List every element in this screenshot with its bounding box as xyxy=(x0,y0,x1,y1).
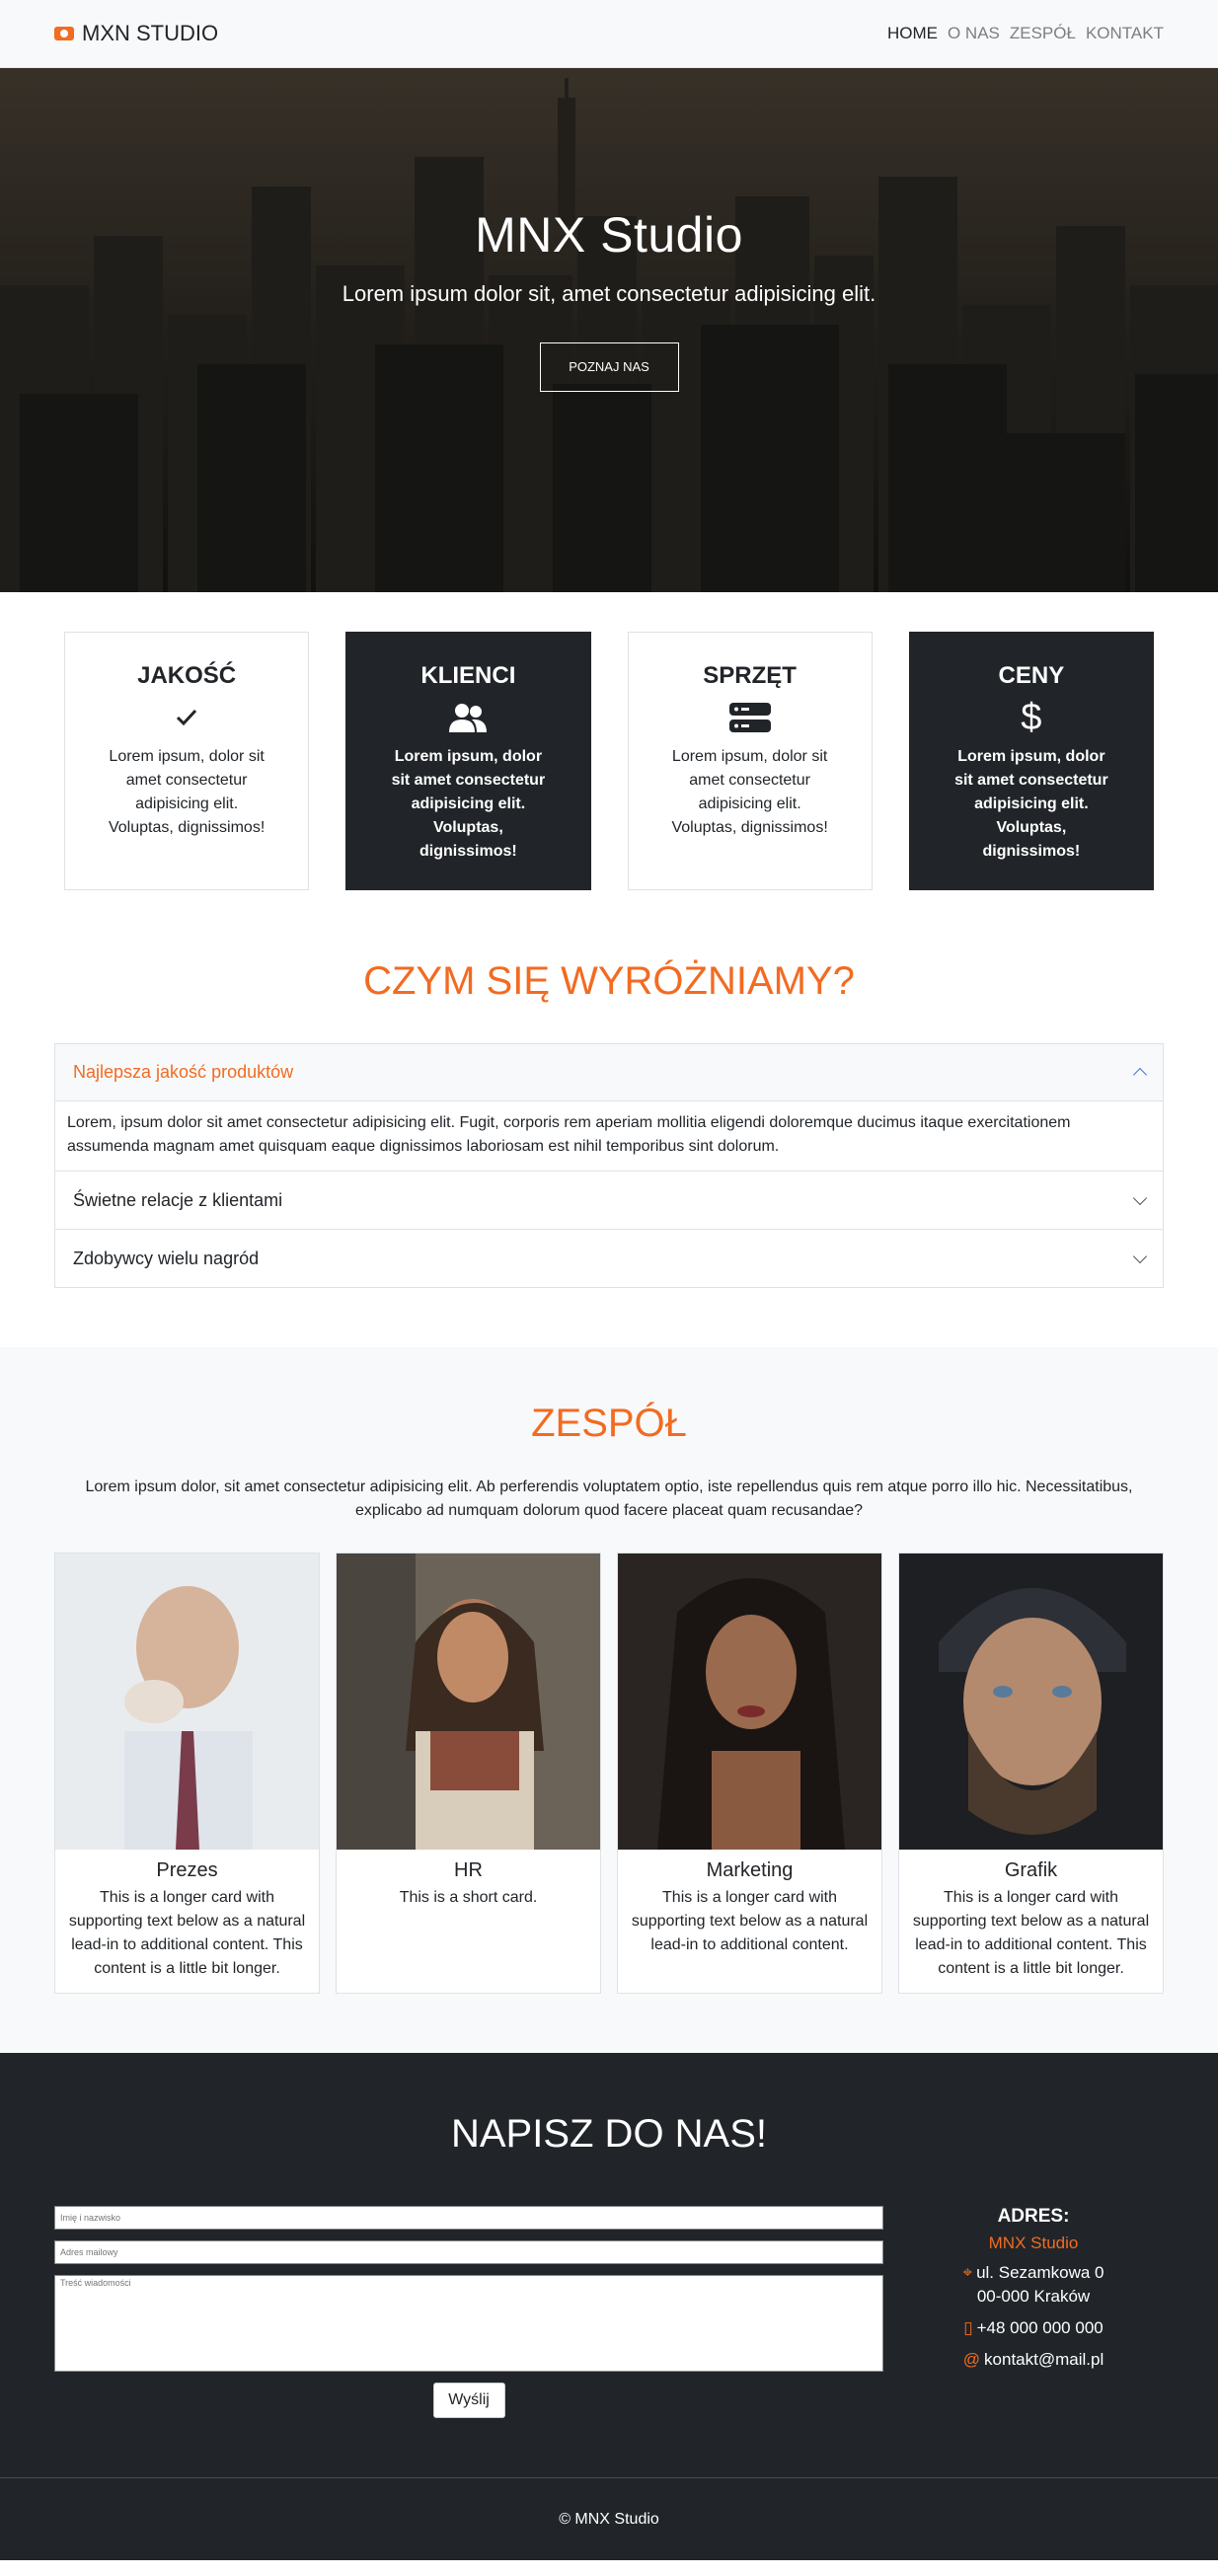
brand-name: MXN STUDIO xyxy=(82,21,219,45)
address-title: ADRES: xyxy=(997,2206,1070,2227)
accordion-body: Lorem, ipsum dolor sit amet consectetur … xyxy=(67,1114,1071,1155)
team-photo xyxy=(618,1553,881,1850)
team-cards: Prezes This is a longer card with suppor… xyxy=(54,1553,1164,1994)
nav-links: HOME O NAS ZESPÓŁ KONTAKT xyxy=(887,24,1164,43)
accordion-header-quality[interactable]: Najlepsza jakość produktów xyxy=(55,1044,1163,1101)
team-intro: Lorem ipsum dolor, sit amet consectetur … xyxy=(85,1478,1133,1519)
name-field[interactable] xyxy=(54,2206,883,2230)
email-field[interactable] xyxy=(54,2240,883,2264)
hero-subtitle: Lorem ipsum dolor sit, amet consectetur … xyxy=(342,281,876,306)
chevron-down-icon xyxy=(1132,1249,1148,1263)
feature-card-klienci: KLIENCI Lorem ipsum, dolor sit amet cons… xyxy=(345,632,591,890)
nav-team[interactable]: ZESPÓŁ xyxy=(1010,24,1076,43)
feature-card-sprzet: SPRZĘT Lorem ipsum, dolor sit amet conse… xyxy=(627,632,873,890)
team-photo xyxy=(55,1553,319,1850)
team-card: Grafik This is a longer card with suppor… xyxy=(898,1553,1164,1994)
message-field[interactable] xyxy=(54,2275,883,2372)
address-block: ADRES: MNX Studio ⌖ ul. Sezamkowa 0 00-00… xyxy=(883,2206,1164,2418)
nav-home[interactable]: HOME xyxy=(887,24,938,43)
chevron-up-icon xyxy=(1132,1067,1148,1083)
email-line: @ kontakt@mail.pl xyxy=(903,2348,1164,2372)
feature-text: Lorem ipsum, dolor sit amet consectetur … xyxy=(108,748,266,836)
feature-title: KLIENCI xyxy=(420,662,516,689)
street: ul. Sezamkowa 0 xyxy=(976,2263,1104,2282)
team-photo xyxy=(899,1553,1163,1850)
team-card: Marketing This is a longer card with sup… xyxy=(617,1553,882,1994)
team-text: This is a short card. xyxy=(399,1889,538,1906)
footer: © MNX Studio xyxy=(0,2477,1218,2560)
users-icon xyxy=(346,690,589,745)
email[interactable]: kontakt@mail.pl xyxy=(984,2350,1104,2369)
check-icon xyxy=(65,690,308,745)
phone: +48 000 000 000 xyxy=(976,2318,1104,2337)
feature-title: CENY xyxy=(998,662,1065,689)
feature-title: JAKOŚĆ xyxy=(137,662,237,689)
team-photo xyxy=(337,1553,600,1850)
brand[interactable]: MXN STUDIO xyxy=(54,21,218,46)
send-button[interactable]: Wyślij xyxy=(432,2383,505,2418)
feature-text: Lorem ipsum, dolor sit amet consectetur … xyxy=(391,748,546,860)
team-role: HR xyxy=(454,1859,483,1881)
city: 00-000 Kraków xyxy=(976,2287,1091,2306)
team-role: Grafik xyxy=(1004,1859,1058,1881)
map-pin-icon: ⌖ xyxy=(962,2263,973,2282)
hero-title: MNX Studio xyxy=(475,207,743,263)
team-text: This is a longer card with supporting te… xyxy=(68,1889,306,1977)
feature-text: Lorem ipsum, dolor sit amet consectetur … xyxy=(671,748,828,836)
team-text: This is a longer card with supporting te… xyxy=(912,1889,1150,1977)
team-card: Prezes This is a longer card with suppor… xyxy=(54,1553,320,1994)
why-us-section: CZYM SIĘ WYRÓŻNIAMY? Najlepsza jakość pr… xyxy=(0,930,1218,1347)
accordion-header-awards[interactable]: Zdobywcy wielu nagród xyxy=(55,1230,1163,1287)
features-section: JAKOŚĆ Lorem ipsum, dolor sit amet conse… xyxy=(0,592,1218,930)
nav-contact[interactable]: KONTAKT xyxy=(1086,24,1164,43)
accordion-item: Zdobywcy wielu nagród xyxy=(55,1229,1163,1287)
camera-icon xyxy=(54,27,74,40)
phone-line: ▯ +48 000 000 000 xyxy=(903,2316,1164,2340)
accordion-item: Najlepsza jakość produktów Lorem, ipsum … xyxy=(55,1044,1163,1171)
contact-form: Wyślij xyxy=(54,2206,883,2418)
accordion-item: Świetne relacje z klientami xyxy=(55,1171,1163,1229)
accordion: Najlepsza jakość produktów Lorem, ipsum … xyxy=(54,1043,1164,1288)
contact-section: NAPISZ DO NAS! Wyślij ADRES: MNX Studio … xyxy=(0,2053,1218,2477)
accordion-heading: Zdobywcy wielu nagród xyxy=(73,1248,260,1268)
copyright: © MNX Studio xyxy=(559,2511,659,2528)
feature-text: Lorem ipsum, dolor sit amet consectetur … xyxy=(954,748,1108,860)
phone-icon: ▯ xyxy=(963,2318,973,2337)
send-wrap: Wyślij xyxy=(54,2383,883,2418)
contact-title: NAPISZ DO NAS! xyxy=(450,2112,768,2156)
server-icon xyxy=(629,690,872,745)
company-name: MNX Studio xyxy=(988,2234,1079,2252)
chevron-down-icon xyxy=(1132,1190,1148,1205)
hero-section: MNX Studio Lorem ipsum dolor sit, amet c… xyxy=(0,68,1218,592)
team-section: ZESPÓŁ Lorem ipsum dolor, sit amet conse… xyxy=(0,1347,1218,2053)
accordion-heading: Świetne relacje z klientami xyxy=(73,1189,283,1210)
team-text: This is a longer card with supporting te… xyxy=(631,1889,869,1953)
poznaj-nas-button[interactable]: POZNAJ NAS xyxy=(539,342,679,392)
accordion-header-relations[interactable]: Świetne relacje z klientami xyxy=(55,1172,1163,1229)
team-role: Prezes xyxy=(156,1859,218,1881)
nav-about[interactable]: O NAS xyxy=(948,24,1000,43)
hero-content: MNX Studio Lorem ipsum dolor sit, amet c… xyxy=(0,206,1218,392)
team-title: ZESPÓŁ xyxy=(531,1402,687,1445)
feature-title: SPRZĘT xyxy=(703,662,797,689)
team-card: HR This is a short card. xyxy=(336,1553,601,1994)
team-role: Marketing xyxy=(706,1859,794,1881)
accordion-heading: Najlepsza jakość produktów xyxy=(73,1062,294,1082)
navbar: MXN STUDIO HOME O NAS ZESPÓŁ KONTAKT xyxy=(0,0,1218,68)
at-icon: @ xyxy=(962,2350,981,2369)
why-us-title: CZYM SIĘ WYRÓŻNIAMY? xyxy=(363,959,855,1003)
dollar-icon: $ xyxy=(1021,696,1042,738)
feature-card-ceny: CENY $ Lorem ipsum, dolor sit amet conse… xyxy=(908,632,1154,890)
contact-row: Wyślij ADRES: MNX Studio ⌖ul. Sezamkowa … xyxy=(54,2206,1164,2418)
address-line: ⌖ ul. Sezamkowa 0 00-000 Kraków xyxy=(903,2261,1164,2309)
feature-card-jakosc: JAKOŚĆ Lorem ipsum, dolor sit amet conse… xyxy=(64,632,310,890)
